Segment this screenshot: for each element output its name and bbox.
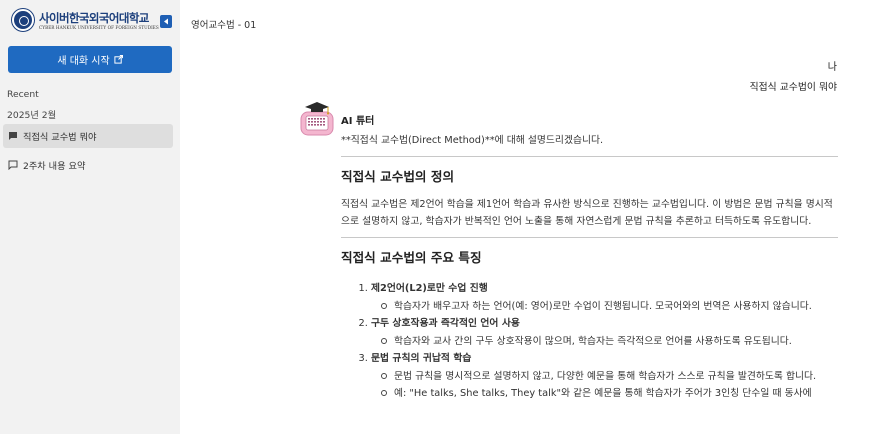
feature-title: 문법 규칙의 귀납적 학습 — [371, 353, 472, 364]
section-heading-definition: 직접식 교수법의 정의 — [341, 169, 455, 184]
university-emblem-icon — [12, 9, 34, 31]
external-link-icon — [114, 54, 123, 64]
feature-detail: 문법 규칙을 명시적으로 설명하지 않고, 다양한 예문을 통해 학습자가 스스… — [381, 368, 838, 385]
user-message: 직접식 교수법이 뭐야 — [749, 82, 837, 93]
feature-detail: 학습자와 교사 간의 구두 상호작용이 많으며, 학습자는 즉각적으로 언어를 … — [381, 333, 838, 350]
sidebar-item-label: 2주차 내용 요약 — [23, 161, 86, 172]
new-chat-label: 새 대화 시작 — [57, 56, 110, 67]
university-logo[interactable]: 사이버한국외국어대학교 CYBER HANKUK UNIVERSITY OF F… — [12, 8, 172, 34]
sidebar-item-week2-summary[interactable]: 2주차 내용 요약 — [3, 153, 173, 177]
list-item: 제2언어(L2)로만 수업 진행 학습자가 배우고자 하는 언어(예: 영어)로… — [371, 280, 838, 315]
response-intro: **직접식 교수법(Direct Method)**에 대해 설명드리겠습니다. — [341, 135, 604, 146]
page-title: 영어교수법 - 01 — [191, 20, 257, 31]
sidebar-item-direct-method[interactable]: 직접식 교수법 뭐야 — [3, 124, 173, 148]
features-list: 제2언어(L2)로만 수업 진행 학습자가 배우고자 하는 언어(예: 영어)로… — [341, 280, 838, 402]
ai-response: **직접식 교수법(Direct Method)**에 대해 설명드리겠습니다.… — [341, 132, 838, 402]
collapse-sidebar-button[interactable] — [160, 15, 172, 28]
feature-detail: 예: "He talks, She talks, They talk"와 같은 … — [381, 385, 838, 402]
sidebar: 사이버한국외국어대학교 CYBER HANKUK UNIVERSITY OF F… — [0, 0, 180, 434]
section-heading-features: 직접식 교수법의 주요 특징 — [341, 250, 482, 265]
divider — [341, 156, 838, 157]
feature-detail: 학습자가 배우고자 하는 언어(예: 영어)로만 수업이 진행됩니다. 모국어와… — [381, 298, 838, 315]
new-chat-button[interactable]: 새 대화 시작 — [8, 46, 172, 73]
ai-tutor-name: AI 튜터 — [341, 116, 375, 127]
month-label: 2025년 2월 — [7, 110, 57, 121]
user-name: 나 — [827, 62, 837, 73]
sidebar-item-label: 직접식 교수법 뭐야 — [23, 132, 97, 143]
ai-tutor-avatar — [300, 100, 334, 136]
feature-title: 구두 상호작용과 즉각적인 언어 사용 — [371, 318, 520, 329]
chat-bubble-outline-icon — [8, 160, 18, 171]
list-item: 구두 상호작용과 즉각적인 언어 사용 학습자와 교사 간의 구두 상호작용이 … — [371, 315, 838, 350]
section-body-definition: 직접식 교수법은 제2언어 학습을 제1언어 학습과 유사한 방식으로 진행하는… — [341, 199, 833, 227]
chevron-left-icon — [164, 18, 168, 25]
feature-title: 제2언어(L2)로만 수업 진행 — [371, 283, 488, 294]
recent-label: Recent — [7, 89, 39, 100]
logo-subtitle: CYBER HANKUK UNIVERSITY OF FOREIGN STUDI… — [39, 25, 159, 30]
logo-name: 사이버한국외국어대학교 — [39, 11, 149, 25]
list-item: 문법 규칙의 귀납적 학습 문법 규칙을 명시적으로 설명하지 않고, 다양한 … — [371, 350, 838, 402]
chat-bubble-filled-icon — [8, 131, 18, 141]
divider — [341, 237, 838, 238]
